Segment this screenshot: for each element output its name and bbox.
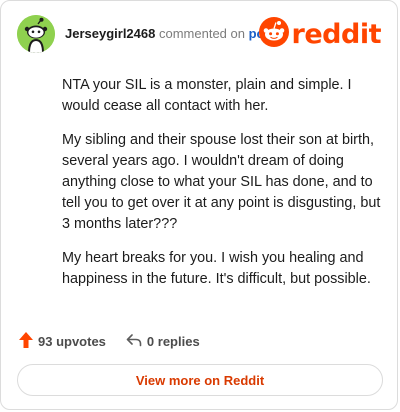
reply-count: 0 replies — [146, 333, 200, 349]
snoo-avatar-icon[interactable] — [17, 15, 55, 53]
comment-body: NTA your SIL is a monster, plain and sim… — [62, 75, 384, 303]
comment-card: Jerseygirl2468 commented on post reddit — [0, 0, 398, 410]
reddit-wordmark: reddit — [291, 18, 382, 50]
comment-paragraph: My sibling and their spouse lost their s… — [62, 132, 381, 232]
comment-meta: Jerseygirl2468 commented on post — [65, 26, 276, 41]
upvote-arrow-icon — [19, 331, 33, 351]
comment-paragraph: NTA your SIL is a monster, plain and sim… — [62, 77, 352, 114]
comment-header: Jerseygirl2468 commented on post reddit — [17, 15, 382, 53]
reply-button[interactable]: 0 replies — [126, 333, 200, 350]
upvote-button[interactable]: 93 upvotes — [19, 331, 106, 351]
reply-arrow-icon — [126, 333, 142, 350]
comment-footer: 93 upvotes 0 replies — [19, 331, 200, 351]
upvote-count: 93 upvotes — [38, 333, 106, 349]
username-link[interactable]: Jerseygirl2468 — [65, 26, 155, 41]
view-more-button[interactable]: View more on Reddit — [17, 364, 383, 396]
comment-paragraph: My heart breaks for you. I wish you heal… — [62, 250, 371, 287]
commented-on-text: commented on — [158, 26, 245, 41]
reddit-logo[interactable]: reddit — [258, 16, 382, 52]
reddit-snoo-icon — [258, 16, 289, 52]
